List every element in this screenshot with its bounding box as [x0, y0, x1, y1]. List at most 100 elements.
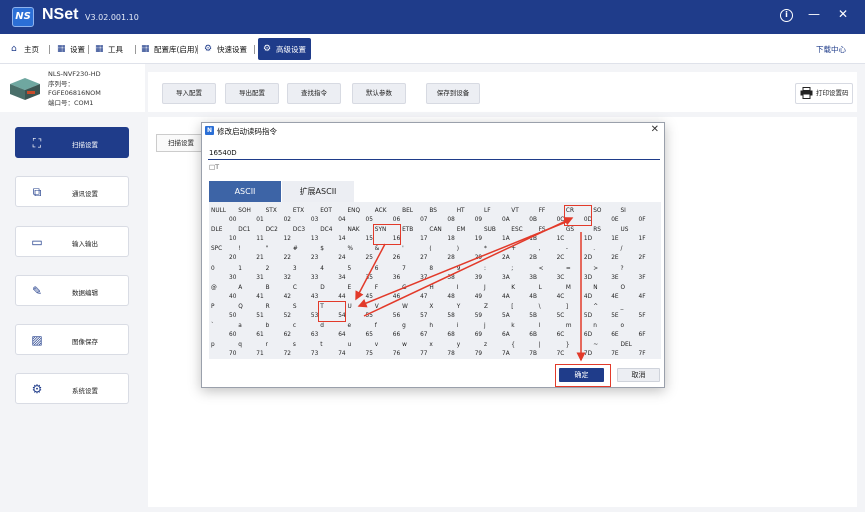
- ascii-cell[interactable]: DC4 14: [319, 225, 349, 245]
- ascii-cell[interactable]: K 4B: [510, 283, 540, 303]
- ascii-cell[interactable]: GS 1D: [565, 225, 595, 245]
- ascii-cell[interactable]: NULL 00: [210, 206, 240, 226]
- ascii-cell[interactable]: k 6B: [510, 321, 540, 341]
- ascii-cell[interactable]: | 7C: [538, 340, 568, 360]
- ascii-cell[interactable]: a 61: [237, 321, 267, 341]
- ascii-cell[interactable]: j 6A: [483, 321, 513, 341]
- ascii-cell[interactable]: ACK 06: [374, 206, 404, 226]
- ascii-cell[interactable]: BS 08: [428, 206, 458, 226]
- ascii-cell[interactable]: US 1F: [620, 225, 650, 245]
- ascii-cell[interactable]: x 78: [428, 340, 458, 360]
- ascii-cell[interactable]: E 45: [347, 283, 377, 303]
- print-settings-code-button[interactable]: 打印设置码: [795, 83, 853, 104]
- ascii-cell[interactable]: : 3A: [483, 264, 513, 284]
- ascii-cell[interactable]: c 63: [292, 321, 322, 341]
- ascii-cell[interactable]: @40: [210, 283, 240, 303]
- export-config-button[interactable]: 导出配置: [225, 83, 279, 104]
- sidebar-item-communication[interactable]: ⧉ 通讯设置: [15, 176, 129, 207]
- ascii-cell[interactable]: SOH 01: [237, 206, 267, 226]
- ascii-cell[interactable]: r 72: [265, 340, 295, 360]
- ascii-cell[interactable]: +2B: [510, 244, 540, 264]
- ascii-cell[interactable]: = 3D: [565, 264, 595, 284]
- ascii-cell[interactable]: / 2F: [620, 244, 650, 264]
- ascii-cell[interactable]: e 65: [347, 321, 377, 341]
- ascii-cell[interactable]: ] 5D: [565, 302, 595, 322]
- ascii-cell[interactable]: 4 34: [319, 264, 349, 284]
- download-center-link[interactable]: 下载中心: [816, 44, 846, 55]
- save-to-device-button[interactable]: 保存到设备: [426, 83, 480, 104]
- ascii-cell[interactable]: ; 3B: [510, 264, 540, 284]
- menu-item-settings[interactable]: ▦ 设置: [52, 39, 90, 59]
- ascii-cell[interactable]: 7 37: [401, 264, 431, 284]
- ascii-cell[interactable]: p 70: [210, 340, 240, 360]
- ascii-cell[interactable]: Q 51: [237, 302, 267, 322]
- ascii-cell[interactable]: X 58: [428, 302, 458, 322]
- ascii-cell[interactable]: b 62: [265, 321, 295, 341]
- ascii-cell[interactable]: HT 09: [456, 206, 486, 226]
- ascii-cell[interactable]: v 76: [374, 340, 404, 360]
- ascii-cell[interactable]: n 6E: [592, 321, 622, 341]
- ascii-cell[interactable]: 9 39: [456, 264, 486, 284]
- ascii-cell[interactable]: ` 60: [210, 321, 240, 341]
- ascii-cell[interactable]: H 48: [428, 283, 458, 303]
- ascii-cell[interactable]: i 69: [456, 321, 486, 341]
- ascii-cell[interactable]: % 25: [347, 244, 377, 264]
- ascii-cell[interactable]: DEL 7F: [620, 340, 650, 360]
- ascii-cell[interactable]: * 2A: [483, 244, 513, 264]
- ascii-cell[interactable]: #23: [292, 244, 322, 264]
- ascii-cell[interactable]: u 75: [347, 340, 377, 360]
- ascii-cell[interactable]: CR 0D: [563, 205, 595, 226]
- ascii-cell[interactable]: s 73: [292, 340, 322, 360]
- ascii-cell[interactable]: 0 30: [210, 264, 240, 284]
- ascii-cell[interactable]: DC1 11: [237, 225, 267, 245]
- ascii-cell[interactable]: U 55: [347, 302, 377, 322]
- ascii-cell[interactable]: LF 0A: [483, 206, 513, 226]
- ascii-cell[interactable]: ! 21: [237, 244, 267, 264]
- ascii-cell[interactable]: >3E: [592, 264, 622, 284]
- ascii-cell[interactable]: 6 36: [374, 264, 404, 284]
- ascii-cell[interactable]: , 2C: [538, 244, 568, 264]
- ascii-cell[interactable]: _ 5F: [620, 302, 650, 322]
- close-icon[interactable]: ✕: [838, 7, 848, 21]
- ascii-cell[interactable]: SO 0E: [592, 206, 622, 226]
- ascii-cell[interactable]: 2 32: [265, 264, 295, 284]
- ascii-cell[interactable]: 5 35: [347, 264, 377, 284]
- ascii-cell[interactable]: " 22: [265, 244, 295, 264]
- menu-item-advanced-settings[interactable]: ⚙ 高级设置: [258, 38, 311, 60]
- menu-item-quick-settings[interactable]: ⚙ 快速设置: [199, 39, 252, 59]
- ascii-cell[interactable]: SUB 1A: [483, 225, 513, 245]
- ascii-cell[interactable]: 1 31: [237, 264, 267, 284]
- ascii-cell[interactable]: ETX 03: [292, 206, 322, 226]
- menu-item-config-library[interactable]: ▦ 配置库(启用): [136, 39, 202, 59]
- default-params-button[interactable]: 默认参数: [352, 83, 406, 104]
- ascii-cell[interactable]: ESC 1B: [510, 225, 540, 245]
- ascii-cell[interactable]: EOT 04: [319, 206, 349, 226]
- ascii-cell[interactable]: RS 1E: [592, 225, 622, 245]
- ascii-cell[interactable]: 3 33: [292, 264, 322, 284]
- menu-item-tools[interactable]: ▦ 工具: [90, 39, 128, 59]
- ascii-cell[interactable]: <3C: [538, 264, 568, 284]
- find-command-button[interactable]: 查找指令: [287, 83, 341, 104]
- ascii-cell[interactable]: R 52: [265, 302, 295, 322]
- ascii-cell[interactable]: L 4C: [538, 283, 568, 303]
- ascii-cell[interactable]: DC2 12: [265, 225, 295, 245]
- ascii-cell[interactable]: P 50: [210, 302, 240, 322]
- ascii-cell[interactable]: G 47: [401, 283, 431, 303]
- ascii-cell[interactable]: ~7E: [592, 340, 622, 360]
- ascii-cell[interactable]: y 79: [456, 340, 486, 360]
- ascii-cell[interactable]: SYN 16: [372, 224, 404, 246]
- minimize-icon[interactable]: —: [808, 7, 820, 21]
- ascii-cell[interactable]: . 2E: [592, 244, 622, 264]
- ascii-cell[interactable]: VT 0B: [510, 206, 540, 226]
- ascii-cell[interactable]: $24: [319, 244, 349, 264]
- ascii-cell[interactable]: z 7A: [483, 340, 513, 360]
- cancel-button[interactable]: 取消: [617, 368, 660, 382]
- sidebar-item-system-settings[interactable]: ⚙ 系统设置: [15, 373, 129, 404]
- ascii-cell[interactable]: o 6F: [620, 321, 650, 341]
- ascii-cell[interactable]: FS 1C: [538, 225, 568, 245]
- ascii-cell[interactable]: DC3 13: [292, 225, 322, 245]
- ascii-cell[interactable]: f 66: [374, 321, 404, 341]
- ascii-cell[interactable]: {7B: [510, 340, 540, 360]
- ascii-cell[interactable]: A 41: [237, 283, 267, 303]
- ascii-cell[interactable]: - 2D: [565, 244, 595, 264]
